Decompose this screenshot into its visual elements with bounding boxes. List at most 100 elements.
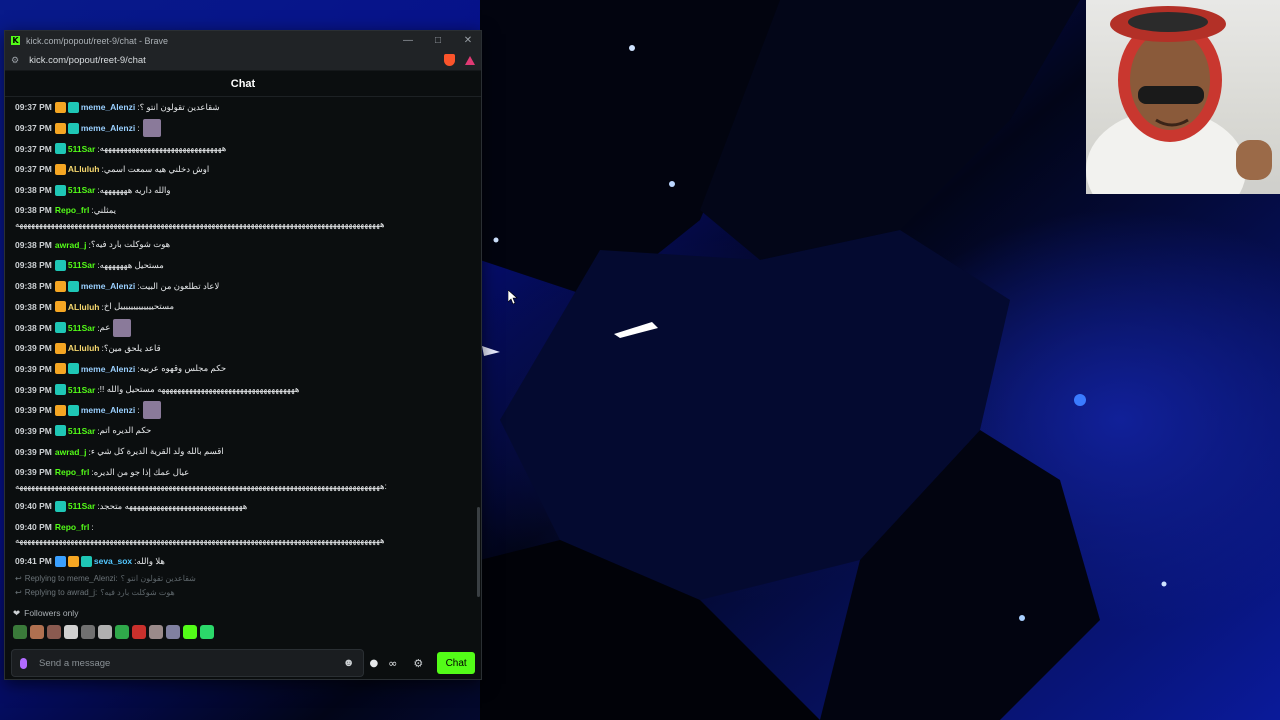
message-username[interactable]: meme_Alenzi	[81, 281, 135, 291]
chat-message[interactable]: 09:38 PM ALluluh: مستحيييييييييييييل اخ	[15, 297, 471, 318]
chat-message[interactable]: 09:39 PM meme_Alenzi:	[15, 400, 471, 421]
message-username[interactable]: ALluluh	[68, 343, 100, 353]
sub-badge-icon[interactable]	[54, 259, 66, 271]
address-bar[interactable]: ⚙ kick.com/popout/reet-9/chat	[5, 50, 481, 71]
sub-badge-icon[interactable]	[67, 404, 79, 416]
message-username[interactable]: awrad_j	[55, 447, 87, 457]
sub-badge-icon[interactable]	[54, 322, 66, 334]
message-username[interactable]: 511Sar	[68, 385, 95, 395]
emote-button[interactable]	[200, 625, 214, 639]
message-username[interactable]: seva_sox	[94, 556, 132, 566]
chat-message[interactable]: 09:39 PM meme_Alenzi: حكم مجلس وقهوه عربي…	[15, 359, 471, 380]
chat-message[interactable]: 09:39 PM 511Sar: !! ههههههههههههههههههههه…	[15, 379, 471, 400]
emoji-picker-icon[interactable]: ☻	[343, 657, 355, 669]
sub-badge-icon[interactable]	[67, 122, 79, 134]
message-username[interactable]: 511Sar	[68, 260, 95, 270]
chat-message[interactable]: 09:38 PM 511Sar: عم	[15, 317, 471, 338]
channel-points-icon[interactable]: ●	[370, 658, 379, 669]
chat-message[interactable]: 09:38 PM Repo_frl: يمثلني هههههههههههههههه…	[15, 200, 471, 234]
chat-scrollbar[interactable]	[477, 507, 480, 597]
message-username[interactable]: ALluluh	[68, 164, 100, 174]
emote-button[interactable]	[98, 625, 112, 639]
chat-message[interactable]: 09:39 PM awrad_j: اقسم بالله ولد القرية ا…	[15, 441, 471, 462]
site-settings-icon[interactable]: ⚙	[11, 55, 19, 66]
message-username[interactable]: meme_Alenzi	[81, 405, 135, 415]
sub-badge-icon[interactable]	[67, 101, 79, 113]
chat-message[interactable]: 09:39 PM ALluluh: قاعد يلحق مين؟	[15, 338, 471, 359]
chat-message[interactable]: 09:40 PM Repo_frl: هههههههههههههههههههههه…	[15, 517, 471, 551]
chat-message[interactable]: 09:37 PM meme_Alenzi:	[15, 118, 471, 139]
chat-message[interactable]: 09:41 PM seva_sox: هلا والله	[15, 551, 471, 572]
message-username[interactable]: 511Sar	[68, 185, 95, 195]
blue-badge-icon[interactable]	[54, 555, 66, 567]
minimize-button[interactable]: —	[401, 35, 415, 46]
message-username[interactable]: 511Sar	[68, 501, 95, 511]
crown-badge-icon[interactable]	[67, 555, 79, 567]
chat-message[interactable]: 09:37 PM ALluluh: اوش دخلني هيه سمعت اسمي	[15, 159, 471, 180]
chat-message[interactable]: 09:39 PM 511Sar: حكم الديره اتم	[15, 421, 471, 442]
brave-shields-icon[interactable]	[444, 54, 455, 66]
message-username[interactable]: Repo_frl	[55, 205, 89, 215]
message-username[interactable]: 511Sar	[68, 426, 95, 436]
close-button[interactable]: ✕	[461, 35, 475, 46]
message-username[interactable]: ALluluh	[68, 302, 100, 312]
crown-badge-icon[interactable]	[54, 301, 66, 313]
message-username[interactable]: meme_Alenzi	[81, 123, 135, 133]
emote-button[interactable]	[30, 625, 44, 639]
chat-message[interactable]: 09:38 PM awrad_j: هوت شوكلت بارد فيه؟	[15, 234, 471, 255]
emote-button[interactable]	[149, 625, 163, 639]
emote-button[interactable]	[132, 625, 146, 639]
reply-context[interactable]: ↩ Replying to awrad_j: هوت شوكلت بارد فيه؟	[15, 585, 471, 599]
sub-badge-icon[interactable]	[67, 363, 79, 375]
chat-messages[interactable]: 09:37 PM meme_Alenzi: شقاعدين تقولون انتو…	[5, 97, 481, 602]
chat-message[interactable]: 09:38 PM 511Sar: والله داريه هههههههه	[15, 180, 471, 201]
emote-button[interactable]	[47, 625, 61, 639]
emote-button[interactable]	[13, 625, 27, 639]
url-text[interactable]: kick.com/popout/reet-9/chat	[29, 55, 146, 66]
sub-badge-icon[interactable]	[54, 425, 66, 437]
chat-message[interactable]: 09:37 PM 511Sar: هههههههههههههههههههههههه…	[15, 138, 471, 159]
sub-badge-icon[interactable]	[67, 280, 79, 292]
sub-badge-icon[interactable]	[80, 555, 92, 567]
sub-badge-icon[interactable]	[54, 184, 66, 196]
brave-rewards-icon[interactable]	[465, 55, 475, 65]
chat-settings-icon[interactable]: ⚙	[413, 657, 423, 670]
crown-badge-icon[interactable]	[54, 122, 66, 134]
message-username[interactable]: 511Sar	[68, 323, 95, 333]
send-chat-button[interactable]: Chat	[437, 652, 475, 674]
maximize-button[interactable]: □	[431, 35, 445, 46]
emote-button[interactable]	[81, 625, 95, 639]
chat-message[interactable]: 09:39 PM Repo_frl: عيال عمك إذا جو من الد…	[15, 462, 471, 496]
message-username[interactable]: meme_Alenzi	[81, 364, 135, 374]
crown-badge-icon[interactable]	[54, 404, 66, 416]
crown-badge-icon[interactable]	[54, 342, 66, 354]
chat-message[interactable]: 09:38 PM 511Sar: مستحيل هههههههه	[15, 255, 471, 276]
message-username[interactable]: Repo_frl	[55, 522, 89, 532]
crown-badge-icon[interactable]	[54, 280, 66, 292]
microphone-icon[interactable]	[20, 657, 27, 669]
message-username[interactable]: awrad_j	[55, 240, 87, 250]
emote-button[interactable]	[166, 625, 180, 639]
message-input[interactable]	[39, 657, 343, 669]
channel-points-value[interactable]: ∞	[388, 657, 397, 670]
chat-message[interactable]: 09:37 PM meme_Alenzi: شقاعدين تقولون انتو…	[15, 97, 471, 118]
chat-message[interactable]: 09:38 PM meme_Alenzi: لاعاد تطلعون من الب…	[15, 276, 471, 297]
reply-context[interactable]: ↩Replying to Repo_frl:هههههههههههههههههه…	[15, 599, 471, 603]
emote-button[interactable]	[115, 625, 129, 639]
emote-button[interactable]	[183, 625, 197, 639]
message-username[interactable]: 511Sar	[68, 144, 95, 154]
emote-image[interactable]	[142, 401, 161, 420]
emote-image[interactable]	[142, 119, 161, 138]
emote-button[interactable]	[64, 625, 78, 639]
sub-badge-icon[interactable]	[54, 143, 66, 155]
emote-image[interactable]	[113, 318, 132, 337]
chat-message[interactable]: 09:40 PM 511Sar: هههههههههههههههههههههههه…	[15, 496, 471, 517]
sub-badge-icon[interactable]	[54, 384, 66, 396]
crown-badge-icon[interactable]	[54, 163, 66, 175]
sub-badge-icon[interactable]	[54, 500, 66, 512]
message-username[interactable]: meme_Alenzi	[81, 102, 135, 112]
message-username[interactable]: Repo_frl	[55, 467, 89, 477]
crown-badge-icon[interactable]	[54, 363, 66, 375]
crown-badge-icon[interactable]	[54, 101, 66, 113]
reply-context[interactable]: ↩ Replying to meme_Alenzi: شقاعدين تقولون …	[15, 571, 471, 585]
